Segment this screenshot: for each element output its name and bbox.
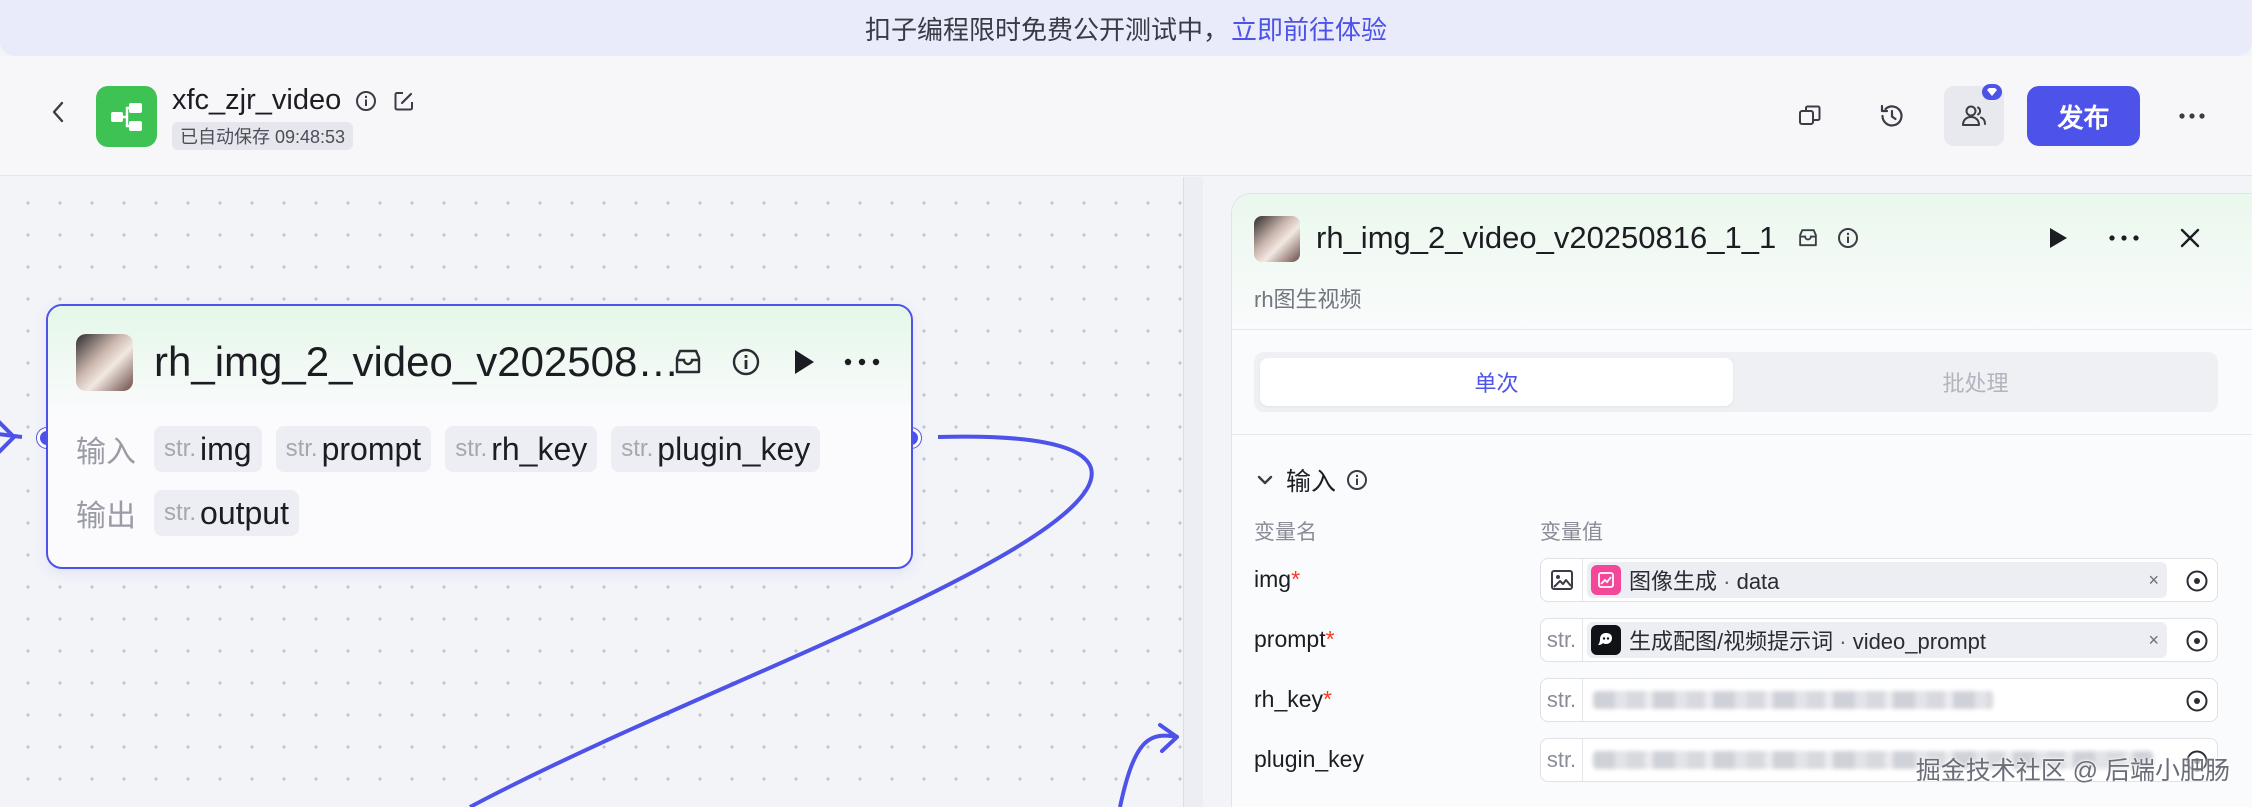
node-avatar (76, 334, 133, 391)
info-icon[interactable] (353, 88, 379, 114)
redacted-value (1593, 691, 1993, 709)
node-config-panel: rh_img_2_video_v20250816_1_1 rh图生视频 单次 批… (1231, 193, 2252, 807)
panel-resize-handle[interactable] (1183, 177, 1203, 807)
param-row-rh-key: rh_key* str. (1254, 678, 2218, 722)
param-row-img: img* 图像生成 · data × (1254, 558, 2218, 602)
history-icon (1880, 104, 1903, 127)
param-name: rh_key* (1254, 686, 1332, 712)
more-icon[interactable] (844, 344, 880, 380)
users-icon (1962, 105, 1986, 126)
param-value-field[interactable]: str. 生成配图/视频提示词 · video_prompt × (1540, 618, 2218, 662)
variable-picker-icon[interactable] (2185, 689, 2209, 713)
watermark: 掘金技术社区 @ 后端小肥肠 (1915, 757, 2230, 785)
string-type-label: str. (1541, 679, 1583, 721)
chevron-left-icon (52, 101, 64, 123)
more-icon (2109, 235, 2139, 241)
node-title: rh_img_2_video_v20250816_1_1 (154, 338, 694, 385)
input-tag: str. prompt (275, 426, 432, 472)
param-row-prompt: prompt* str. 生成配图/视频提示词 · video_prompt × (1254, 618, 2218, 662)
input-section-header[interactable]: 输入 (1254, 462, 1368, 498)
param-name: plugin_key (1254, 746, 1364, 772)
collaborators-button[interactable] (1944, 84, 2004, 146)
promo-banner: 扣子编程限时免费公开测试中， 立即前往体验 (0, 0, 2252, 56)
param-name: prompt* (1254, 626, 1335, 652)
node-outputs-row: 输出 str. output (76, 490, 299, 536)
workflow-node-card[interactable]: rh_img_2_video_v20250816_1_1 输入 str.img … (46, 304, 913, 569)
chevron-down-icon (1254, 469, 1276, 491)
tab-batch[interactable]: 批处理 (1739, 358, 2212, 406)
run-mode-tabs: 单次 批处理 (1254, 352, 2218, 412)
param-value-field[interactable]: 图像生成 · data × (1540, 558, 2218, 602)
copy-button[interactable] (1780, 86, 1840, 146)
history-button[interactable] (1862, 86, 1922, 146)
string-type-label: str. (1541, 619, 1583, 661)
section-title: 输入 (1286, 468, 1337, 496)
close-icon (2180, 228, 2200, 248)
image-type-icon (1541, 559, 1583, 601)
panel-description: rh图生视频 (1254, 287, 1362, 312)
input-tag: str. rh_key (445, 426, 598, 472)
back-button[interactable] (44, 98, 72, 126)
app-name: xfc_zjr_video (172, 84, 342, 116)
inputs-label: 输入 (76, 436, 136, 469)
clear-icon[interactable]: × (2148, 570, 2159, 591)
clear-icon[interactable]: × (2148, 630, 2159, 651)
string-type-label: str. (1541, 739, 1583, 781)
more-button[interactable] (2162, 86, 2222, 146)
param-value-field[interactable]: str. (1540, 678, 2218, 722)
run-icon[interactable] (786, 344, 822, 380)
col-header-value: 变量值 (1540, 521, 1603, 544)
diamond-badge-icon (1982, 84, 2002, 100)
outputs-label: 输出 (76, 500, 136, 533)
plugin-store-icon[interactable] (670, 344, 706, 380)
panel-more-button[interactable] (2102, 216, 2146, 260)
more-icon (2179, 113, 2205, 119)
llm-node-icon (1591, 625, 1621, 655)
info-icon[interactable] (1834, 224, 1862, 252)
header: xfc_zjr_video 已自动保存 09:48:53 发布 (0, 56, 2252, 176)
input-tag: str. plugin_key (611, 426, 821, 472)
banner-text: 扣子编程限时免费公开测试中， (864, 14, 1229, 45)
variable-picker-icon[interactable] (2185, 629, 2209, 653)
banner-link[interactable]: 立即前往体验 (1231, 10, 1387, 47)
panel-node-avatar (1254, 216, 1300, 262)
plugin-store-icon[interactable] (1794, 224, 1822, 252)
col-header-name: 变量名 (1254, 521, 1317, 544)
output-tag: str. output (154, 490, 299, 536)
variable-picker-icon[interactable] (2185, 569, 2209, 593)
tab-single[interactable]: 单次 (1260, 358, 1733, 406)
variable-reference[interactable]: 生成配图/视频提示词 · video_prompt × (1587, 622, 2167, 658)
node-inputs-row: 输入 str. img str. prompt str. rh_key str. plu… (76, 426, 821, 472)
param-name: img* (1254, 566, 1301, 592)
autosave-status: 已自动保存 09:48:53 (172, 122, 354, 150)
workflow-canvas[interactable]: rh_img_2_video_v20250816_1_1 输入 str.img … (0, 177, 1183, 807)
edge-arrow-icon (1158, 723, 1179, 753)
publish-button[interactable]: 发布 (2027, 86, 2140, 146)
edit-icon[interactable] (391, 88, 417, 114)
run-button[interactable] (2036, 216, 2080, 260)
info-icon[interactable] (728, 344, 764, 380)
panel-title: rh_img_2_video_v20250816_1_1 (1316, 220, 1777, 255)
variable-reference[interactable]: 图像生成 · data × (1587, 562, 2167, 598)
close-button[interactable] (2168, 216, 2212, 260)
app-title: xfc_zjr_video (172, 84, 417, 117)
input-tag: str. img (154, 426, 262, 472)
image-generation-icon (1591, 565, 1621, 595)
run-icon (2050, 228, 2067, 248)
workflow-app-icon (96, 86, 157, 147)
info-icon[interactable] (1346, 469, 1368, 491)
copy-icon (1799, 105, 1821, 125)
